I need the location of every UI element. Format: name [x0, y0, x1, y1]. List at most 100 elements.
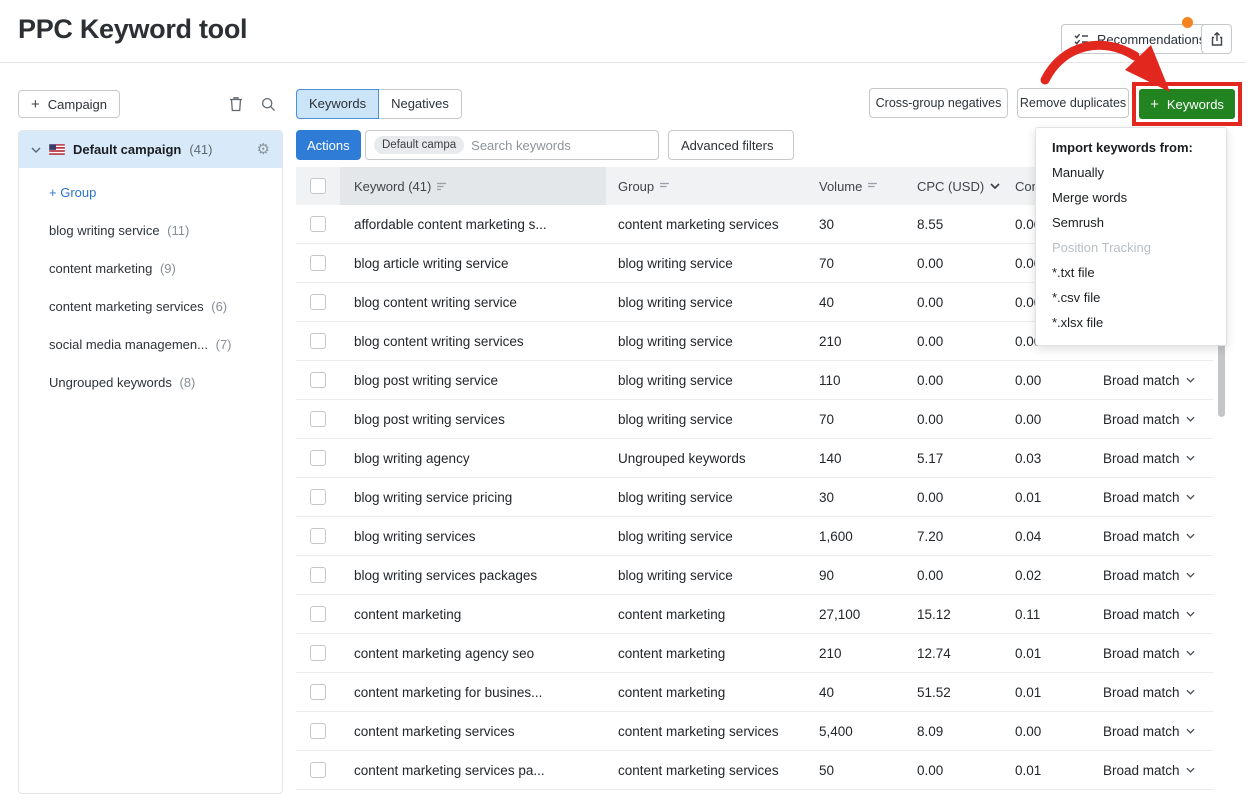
- chevron-down-icon: [1186, 728, 1195, 734]
- match-type-dropdown[interactable]: Broad match: [1095, 607, 1213, 622]
- match-type-dropdown[interactable]: Broad match: [1095, 529, 1213, 544]
- actions-button[interactable]: Actions: [296, 130, 361, 160]
- group-cell: content marketing services: [606, 217, 810, 232]
- tab-negatives[interactable]: Negatives: [379, 90, 461, 118]
- dropdown-item[interactable]: Manually: [1036, 160, 1226, 185]
- row-checkbox[interactable]: [310, 294, 326, 310]
- group-count: (8): [179, 375, 195, 390]
- cpc-cell: 0.00: [906, 373, 1007, 388]
- row-checkbox[interactable]: [310, 567, 326, 583]
- dropdown-item[interactable]: Semrush: [1036, 210, 1226, 235]
- group-label: social media managemen...: [49, 337, 208, 352]
- table-row: blog writing services blog writing servi…: [296, 517, 1213, 556]
- match-type-dropdown[interactable]: Broad match: [1095, 763, 1213, 778]
- sidebar-group-item[interactable]: content marketing (9): [49, 262, 270, 276]
- keyword-cell: blog content writing service: [340, 295, 606, 310]
- search-icon[interactable]: [256, 92, 280, 116]
- search-keywords-input[interactable]: [471, 138, 650, 153]
- group-cell: blog writing service: [606, 490, 810, 505]
- dropdown-title: Import keywords from:: [1036, 136, 1226, 160]
- row-checkbox[interactable]: [310, 333, 326, 349]
- row-checkbox[interactable]: [310, 372, 326, 388]
- match-type-dropdown[interactable]: Broad match: [1095, 451, 1213, 466]
- chevron-down-icon: [1186, 767, 1195, 773]
- dropdown-item[interactable]: *.csv file: [1036, 285, 1226, 310]
- group-count: (6): [211, 299, 227, 314]
- cross-group-negatives-button[interactable]: Cross-group negatives: [869, 88, 1008, 118]
- advanced-filters-button[interactable]: Advanced filters: [668, 130, 794, 160]
- competition-cell: 0.01: [1007, 646, 1095, 661]
- row-checkbox[interactable]: [310, 255, 326, 271]
- group-count: (9): [160, 261, 176, 276]
- header-volume[interactable]: Volume: [810, 167, 906, 205]
- row-checkbox[interactable]: [310, 723, 326, 739]
- competition-cell: 0.00: [1007, 724, 1095, 739]
- campaign-filter-chip: Default campa: [374, 136, 464, 154]
- chevron-down-icon: [990, 183, 1000, 189]
- match-type-label: Broad match: [1103, 607, 1180, 622]
- row-checkbox-cell: [296, 450, 340, 466]
- dropdown-item[interactable]: Position Tracking: [1036, 235, 1226, 260]
- match-type-dropdown[interactable]: Broad match: [1095, 646, 1213, 661]
- row-checkbox[interactable]: [310, 411, 326, 427]
- trash-icon[interactable]: [224, 92, 248, 116]
- dropdown-item[interactable]: Merge words: [1036, 185, 1226, 210]
- chevron-down-icon: [1186, 611, 1195, 617]
- export-button[interactable]: [1201, 24, 1232, 54]
- row-checkbox-cell: [296, 528, 340, 544]
- match-type-dropdown[interactable]: Broad match: [1095, 490, 1213, 505]
- campaign-row[interactable]: Default campaign (41) ⚙: [19, 131, 282, 168]
- remove-duplicates-button[interactable]: Remove duplicates: [1017, 88, 1129, 118]
- keyword-search-box[interactable]: Default campa: [365, 130, 659, 160]
- header-keyword[interactable]: Keyword (41): [340, 167, 606, 205]
- select-all-checkbox[interactable]: [310, 178, 326, 194]
- match-type-dropdown[interactable]: Broad match: [1095, 412, 1213, 427]
- keyword-cell: blog article writing service: [340, 256, 606, 271]
- group-label: blog writing service: [49, 223, 160, 238]
- row-checkbox[interactable]: [310, 528, 326, 544]
- table-row: blog post writing services blog writing …: [296, 400, 1213, 439]
- keyword-cell: content marketing services pa...: [340, 763, 606, 778]
- row-checkbox[interactable]: [310, 450, 326, 466]
- recommendations-button[interactable]: Recommendations: [1061, 24, 1218, 54]
- row-checkbox[interactable]: [310, 762, 326, 778]
- group-count: (11): [167, 223, 189, 238]
- table-row: content marketing content marketing 27,1…: [296, 595, 1213, 634]
- match-type-dropdown[interactable]: Broad match: [1095, 373, 1213, 388]
- cpc-cell: 0.00: [906, 412, 1007, 427]
- match-type-dropdown[interactable]: Broad match: [1095, 724, 1213, 739]
- row-checkbox[interactable]: [310, 606, 326, 622]
- tab-keywords[interactable]: Keywords: [296, 89, 379, 119]
- sidebar-group-item[interactable]: content marketing services (6): [49, 300, 270, 314]
- match-type-dropdown[interactable]: Broad match: [1095, 568, 1213, 583]
- keyword-cell: blog writing services packages: [340, 568, 606, 583]
- table-row: blog writing services packages blog writ…: [296, 556, 1213, 595]
- row-checkbox-cell: [296, 255, 340, 271]
- sidebar-group-item[interactable]: social media managemen... (7): [49, 338, 270, 352]
- group-cell: content marketing: [606, 646, 810, 661]
- header-group[interactable]: Group: [606, 167, 810, 205]
- dropdown-item[interactable]: *.txt file: [1036, 260, 1226, 285]
- dropdown-item[interactable]: *.xlsx file: [1036, 310, 1226, 335]
- gear-icon[interactable]: ⚙: [257, 142, 270, 157]
- sidebar-group-item[interactable]: Ungrouped keywords (8): [49, 376, 270, 390]
- add-group-link[interactable]: + Group: [49, 186, 270, 200]
- cpc-cell: 0.00: [906, 295, 1007, 310]
- row-checkbox-cell: [296, 606, 340, 622]
- row-checkbox[interactable]: [310, 216, 326, 232]
- header-cpc[interactable]: CPC (USD): [906, 167, 1007, 205]
- add-campaign-button[interactable]: + Campaign: [18, 90, 120, 118]
- row-checkbox[interactable]: [310, 645, 326, 661]
- cpc-cell: 8.55: [906, 217, 1007, 232]
- table-row: content marketing services pa... content…: [296, 751, 1213, 790]
- add-keywords-button[interactable]: + Keywords: [1139, 89, 1235, 119]
- add-keywords-label: Keywords: [1167, 97, 1224, 112]
- keywords-negatives-tabs: Keywords Negatives: [296, 89, 462, 119]
- checklist-icon: [1074, 33, 1089, 45]
- campaign-count: (41): [189, 142, 212, 157]
- row-checkbox[interactable]: [310, 684, 326, 700]
- table-row: content marketing for busines... content…: [296, 673, 1213, 712]
- sidebar-group-item[interactable]: blog writing service (11): [49, 224, 270, 238]
- match-type-dropdown[interactable]: Broad match: [1095, 685, 1213, 700]
- row-checkbox[interactable]: [310, 489, 326, 505]
